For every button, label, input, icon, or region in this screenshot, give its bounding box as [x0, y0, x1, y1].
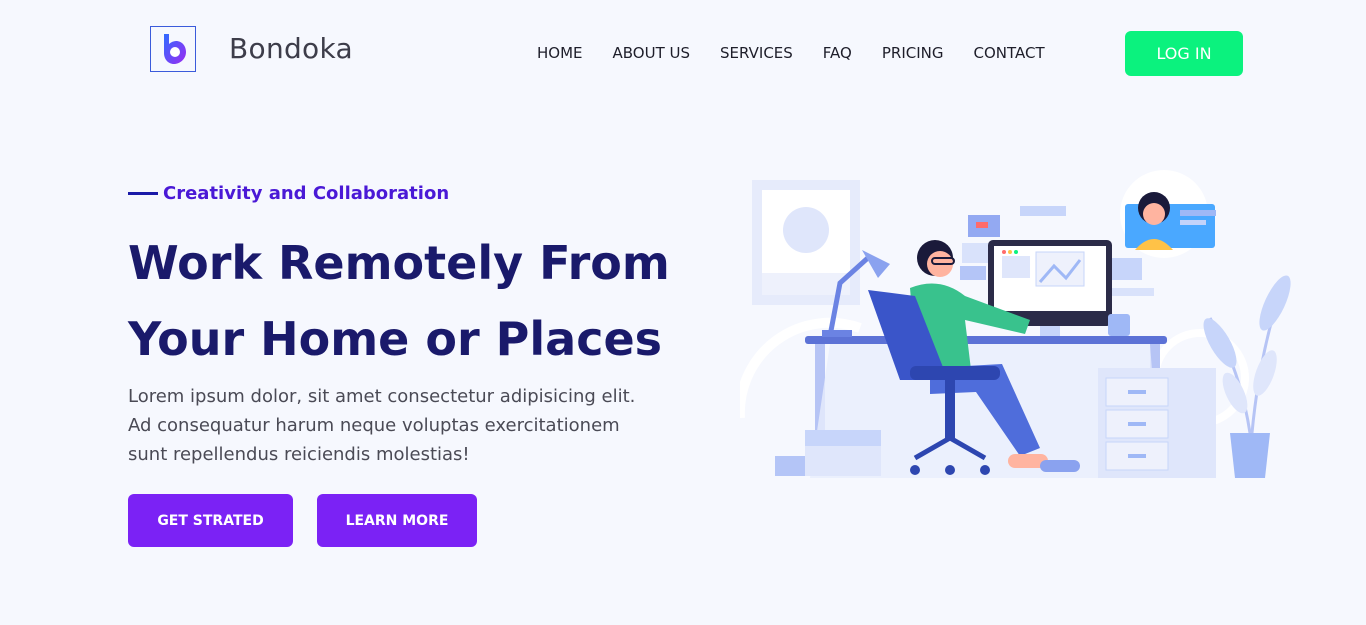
nav-pricing[interactable]: PRICING — [882, 44, 944, 62]
eyebrow-divider — [128, 192, 158, 195]
remote-work-illustration — [740, 170, 1291, 478]
lead-line-1: Lorem ipsum dolor, sit amet consectetur … — [128, 386, 636, 407]
brand-name[interactable]: Bondoka — [229, 32, 353, 65]
nav-services[interactable]: SERVICES — [720, 44, 793, 62]
learn-more-button[interactable]: LEARN MORE — [317, 494, 477, 547]
bondoka-logo-icon — [164, 34, 186, 64]
headline-line-1: Work Remotely From — [128, 236, 670, 290]
nav-contact[interactable]: CONTACT — [974, 44, 1045, 62]
nav-about-us[interactable]: ABOUT US — [613, 44, 691, 62]
get-started-button[interactable]: GET STRATED — [128, 494, 293, 547]
headline-line-2: Your Home or Places — [128, 312, 663, 366]
main-nav: HOME ABOUT US SERVICES FAQ PRICING CONTA… — [537, 44, 1075, 62]
nav-faq[interactable]: FAQ — [823, 44, 852, 62]
hero-eyebrow: Creativity and Collaboration — [128, 183, 449, 204]
lead-line-3: sunt repellendus reiciendis molestias! — [128, 444, 470, 465]
login-button[interactable]: LOG IN — [1125, 31, 1243, 76]
eyebrow-text: Creativity and Collaboration — [163, 183, 450, 204]
hero-lead: Lorem ipsum dolor, sit amet consectetur … — [128, 382, 668, 469]
lead-line-2: Ad consequatur harum neque voluptas exer… — [128, 415, 620, 436]
logo[interactable] — [150, 26, 196, 72]
hero-headline: Work Remotely From Your Home or Places — [128, 225, 688, 377]
nav-home[interactable]: HOME — [537, 44, 583, 62]
